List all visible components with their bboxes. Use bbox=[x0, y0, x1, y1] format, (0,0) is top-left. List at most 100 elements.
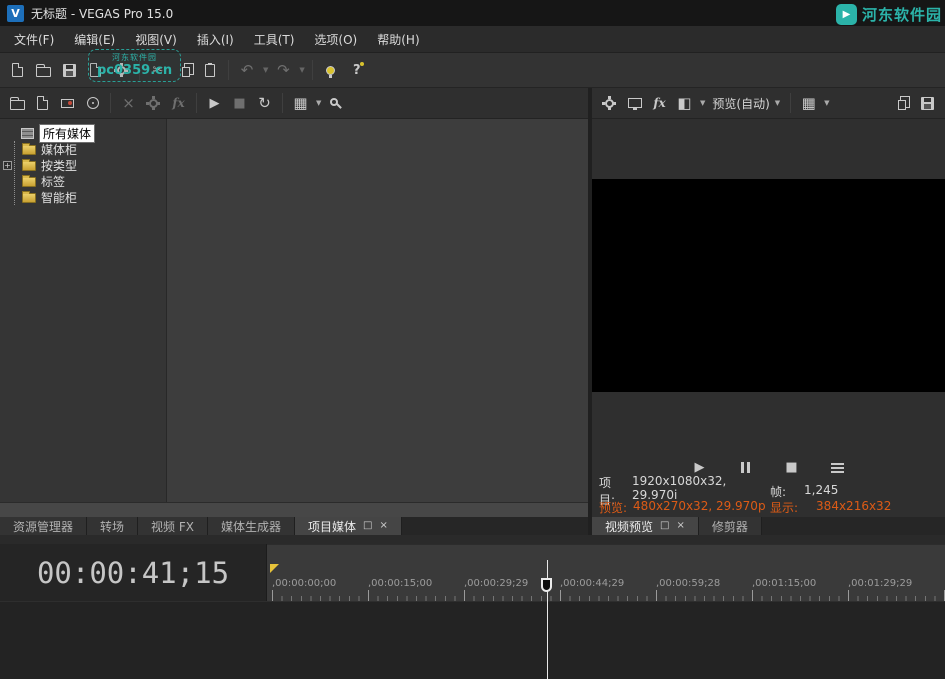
watermark-domain: pc0359.cn bbox=[97, 63, 172, 78]
import-media-button[interactable] bbox=[32, 92, 53, 114]
auto-preview-button[interactable]: ↻ bbox=[254, 92, 275, 114]
search-media-button[interactable] bbox=[325, 92, 346, 114]
video-output-fx-button[interactable]: fx bbox=[649, 92, 670, 114]
folder-icon bbox=[22, 177, 36, 187]
save-floppy-icon bbox=[63, 64, 76, 77]
timeline-ruler[interactable]: ,00:00:00;00 ,00:00:15;00 ,00:00:29;29 ,… bbox=[267, 544, 945, 601]
stats-row-preview: 预览: 480x270x32, 29.970p 显示: 384x216x32 bbox=[599, 499, 938, 515]
close-tab-icon[interactable]: × bbox=[676, 521, 684, 531]
new-document-icon bbox=[12, 63, 23, 77]
video-output-fx-icon: fx bbox=[653, 96, 665, 110]
stop-button[interactable]: ■ bbox=[781, 456, 803, 480]
interactive-tutorials-icon: ? bbox=[353, 63, 361, 78]
right-dock-tabs: 视频预览 □ × 修剪器 bbox=[592, 517, 945, 535]
media-fx-button[interactable]: fx bbox=[168, 92, 189, 114]
tab-label: 资源管理器 bbox=[13, 518, 73, 535]
display-value: 384x216x32 bbox=[816, 499, 891, 516]
track-area[interactable] bbox=[0, 601, 945, 679]
watermark-site-name: 河东软件园 bbox=[862, 4, 942, 25]
undo-button[interactable]: ↶ bbox=[236, 58, 258, 82]
tab-project-media[interactable]: 项目媒体 □ × bbox=[295, 517, 402, 535]
extract-audio-button[interactable] bbox=[82, 92, 103, 114]
tab-video-preview[interactable]: 视频预览 □ × bbox=[592, 517, 699, 535]
current-timecode: 00:00:41;15 bbox=[37, 556, 229, 590]
menu-insert[interactable]: 插入(I) bbox=[187, 26, 244, 53]
tree-item-by-type[interactable]: 按类型 bbox=[22, 157, 166, 173]
auto-preview-loop-icon: ↻ bbox=[258, 96, 271, 111]
save-project-button[interactable] bbox=[58, 58, 80, 82]
tree-item-media-bins[interactable]: 媒体柜 bbox=[22, 141, 166, 157]
remove-media-button[interactable]: × bbox=[118, 92, 139, 114]
preview-stop-button[interactable]: ■ bbox=[229, 92, 250, 114]
expand-plus-icon[interactable] bbox=[3, 161, 12, 170]
tree-item-all-media[interactable]: 所有媒体 bbox=[0, 125, 166, 141]
whats-new-icon bbox=[326, 66, 335, 75]
views-grid-icon: ▦ bbox=[293, 96, 307, 111]
capture-video-button[interactable] bbox=[57, 92, 78, 114]
video-frame bbox=[592, 179, 945, 392]
split-screen-dropdown-icon[interactable]: ▼ bbox=[700, 99, 705, 107]
preview-play-button[interactable]: ▶ bbox=[204, 92, 225, 114]
media-horizontal-scrollbar[interactable] bbox=[0, 502, 588, 517]
preview-gear-icon bbox=[605, 99, 614, 108]
views-dropdown-icon[interactable]: ▼ bbox=[316, 99, 321, 107]
menu-lines-icon bbox=[831, 467, 844, 469]
tab-label: 媒体生成器 bbox=[221, 518, 281, 535]
save-snapshot-button[interactable] bbox=[917, 92, 938, 114]
video-preview-panel: fx ◧ ▼ 预览(自动) ▼ ▦ ▼ ▶ ■ bbox=[592, 88, 945, 535]
preview-quality-selector[interactable]: 预览(自动) ▼ bbox=[709, 95, 783, 112]
app-logo-icon: V bbox=[7, 5, 24, 22]
loop-start-marker[interactable] bbox=[270, 564, 279, 573]
redo-button[interactable]: ↷ bbox=[272, 58, 294, 82]
new-project-button[interactable] bbox=[6, 58, 28, 82]
preview-settings-button[interactable] bbox=[599, 92, 620, 114]
external-monitor-button[interactable] bbox=[624, 92, 645, 114]
play-icon: ▶ bbox=[210, 97, 220, 110]
tab-media-generators[interactable]: 媒体生成器 bbox=[208, 517, 295, 535]
tree-item-tags[interactable]: 标签 bbox=[22, 173, 166, 189]
timecode-display[interactable]: 00:00:41;15 bbox=[0, 544, 267, 601]
open-project-button[interactable] bbox=[32, 58, 54, 82]
all-media-bin-icon bbox=[21, 128, 34, 139]
menu-file[interactable]: 文件(F) bbox=[4, 26, 64, 53]
whats-new-button[interactable] bbox=[320, 58, 342, 82]
tab-transitions[interactable]: 转场 bbox=[87, 517, 138, 535]
menu-help[interactable]: 帮助(H) bbox=[367, 26, 429, 53]
frame-counter: 帧: 1,245 bbox=[770, 483, 938, 500]
overlay-dropdown-icon[interactable]: ▼ bbox=[824, 99, 829, 107]
close-tab-icon[interactable]: × bbox=[379, 521, 387, 531]
tree-item-smart-bins[interactable]: 智能柜 bbox=[22, 189, 166, 205]
copy-frame-icon bbox=[898, 100, 906, 110]
menu-tools[interactable]: 工具(T) bbox=[244, 26, 305, 53]
preview-format: 预览: 480x270x32, 29.970p bbox=[599, 499, 770, 516]
display-format: 显示: 384x216x32 bbox=[770, 499, 938, 516]
tab-explorer[interactable]: 资源管理器 bbox=[0, 517, 87, 535]
redo-dropdown-icon[interactable]: ▼ bbox=[299, 66, 304, 74]
media-list-area[interactable] bbox=[167, 119, 588, 502]
tree-item-label: 标签 bbox=[41, 173, 65, 190]
menu-options[interactable]: 选项(O) bbox=[304, 26, 367, 53]
new-bin-button[interactable] bbox=[7, 92, 28, 114]
interactive-tutorials-button[interactable]: ? bbox=[346, 58, 368, 82]
float-window-icon[interactable]: □ bbox=[660, 521, 669, 531]
toolbar-separator bbox=[282, 93, 283, 113]
watermark-toolbar: 河东软件园 pc0359.cn bbox=[88, 49, 181, 82]
delete-x-icon: × bbox=[122, 96, 135, 111]
float-window-icon[interactable]: □ bbox=[363, 521, 372, 531]
grid-overlay-button[interactable]: ▦ bbox=[798, 92, 819, 114]
media-properties-button[interactable] bbox=[143, 92, 164, 114]
tab-label: 修剪器 bbox=[712, 518, 748, 535]
tab-trimmer[interactable]: 修剪器 bbox=[699, 517, 762, 535]
media-bin-tree: 所有媒体 媒体柜 按类型 标签 bbox=[0, 119, 167, 502]
import-media-icon bbox=[37, 96, 48, 110]
paste-button[interactable] bbox=[199, 58, 221, 82]
tab-label: 视频预览 bbox=[605, 518, 653, 535]
playback-menu-button[interactable] bbox=[827, 456, 849, 480]
split-screen-button[interactable]: ◧ bbox=[674, 92, 695, 114]
undo-dropdown-icon[interactable]: ▼ bbox=[263, 66, 268, 74]
views-button[interactable]: ▦ bbox=[290, 92, 311, 114]
toolbar-separator bbox=[790, 93, 791, 113]
copy-snapshot-button[interactable] bbox=[890, 92, 911, 114]
playhead-marker[interactable] bbox=[541, 578, 552, 592]
tab-video-fx[interactable]: 视频 FX bbox=[138, 517, 208, 535]
